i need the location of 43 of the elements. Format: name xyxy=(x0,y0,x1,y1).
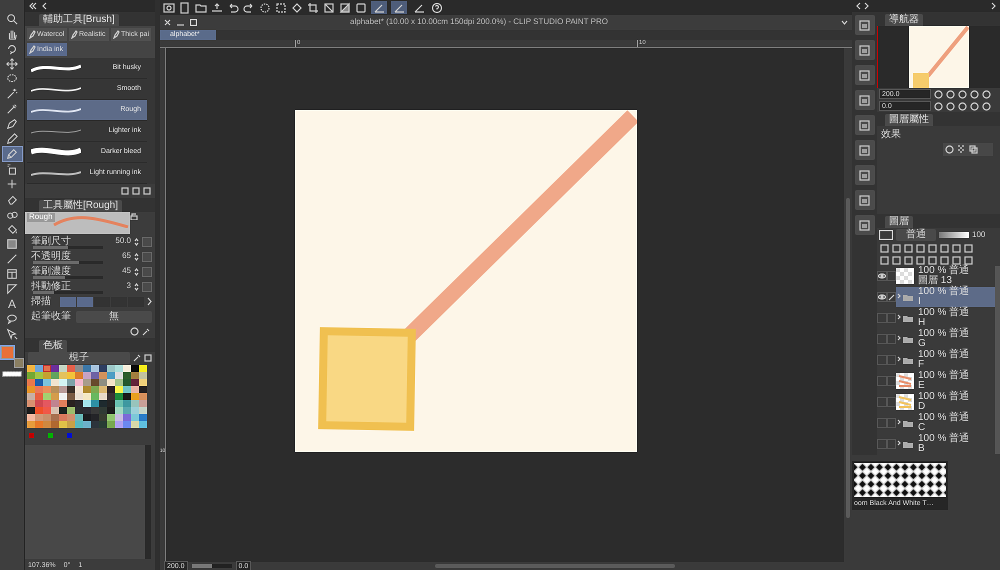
layer-mode: 100 % 普通 xyxy=(918,329,970,339)
layer-name: F xyxy=(918,360,924,370)
dropdown-field[interactable]: 無 xyxy=(76,310,152,322)
parameter-value: 45 xyxy=(122,267,131,276)
effect-label: 效果 xyxy=(881,129,901,140)
text-tool-button[interactable]: A xyxy=(2,297,22,311)
layer-item[interactable]: 100 % 普通 I xyxy=(896,287,995,307)
layer-name: C xyxy=(918,423,926,433)
layer-mode: 100 % 普通 xyxy=(918,434,970,444)
parameter-value: 3 xyxy=(126,282,131,291)
window-title: alphabet* (10.00 x 10.00cm 150dpi 200.0%) - CLIP STUDIO PAINT PRO xyxy=(350,18,608,27)
parameter-label: 抖動修正 xyxy=(31,282,72,292)
panel-tab[interactable]: 導航器 xyxy=(885,14,923,26)
layer-mode: 100 % 普通 xyxy=(918,413,970,423)
layer-mode: 100 % 普通 xyxy=(918,266,970,276)
layer-mode: 100 % 普通 xyxy=(918,350,970,360)
layer-name: I xyxy=(918,297,921,307)
panel-tab[interactable]: 圖層 xyxy=(885,216,913,228)
parameter-value: 65 xyxy=(122,252,131,261)
preview-label: Rough xyxy=(27,213,55,222)
panel-tab[interactable]: 色板 xyxy=(39,340,67,352)
parameter-label: 起筆收筆 xyxy=(31,312,72,322)
panel-tab[interactable]: 圖層屬性 xyxy=(885,114,933,126)
parameter-label: 筆刷尺寸 xyxy=(31,236,72,246)
layer-name: H xyxy=(918,318,926,328)
blend-mode-dropdown[interactable]: 普通 xyxy=(896,229,936,241)
palette-set-dropdown[interactable]: 梘子 xyxy=(28,352,130,364)
layer-name: E xyxy=(918,381,925,391)
layer-mode: 100 % 普通 xyxy=(918,287,970,297)
parameter-value: 50.0 xyxy=(115,237,131,246)
layer-mode: 100 % 普通 xyxy=(918,392,970,402)
layer-name: D xyxy=(918,402,926,412)
opacity-value[interactable]: 100 xyxy=(972,230,986,240)
parameter-label: 不透明度 xyxy=(31,252,72,262)
layer-name: 圖層 13 xyxy=(918,276,952,286)
layer-name: B xyxy=(918,444,925,454)
parameter-label: 掃描 xyxy=(31,296,52,306)
layer-name: G xyxy=(918,339,926,349)
layer-mode: 100 % 普通 xyxy=(918,371,970,381)
panel-tab[interactable]: 工具屬性[Rough] xyxy=(39,200,122,212)
panel-tab[interactable]: 輔助工具[Brush] xyxy=(39,14,119,26)
parameter-label: 筆刷濃度 xyxy=(31,266,72,276)
layer-mode: 100 % 普通 xyxy=(918,308,970,318)
